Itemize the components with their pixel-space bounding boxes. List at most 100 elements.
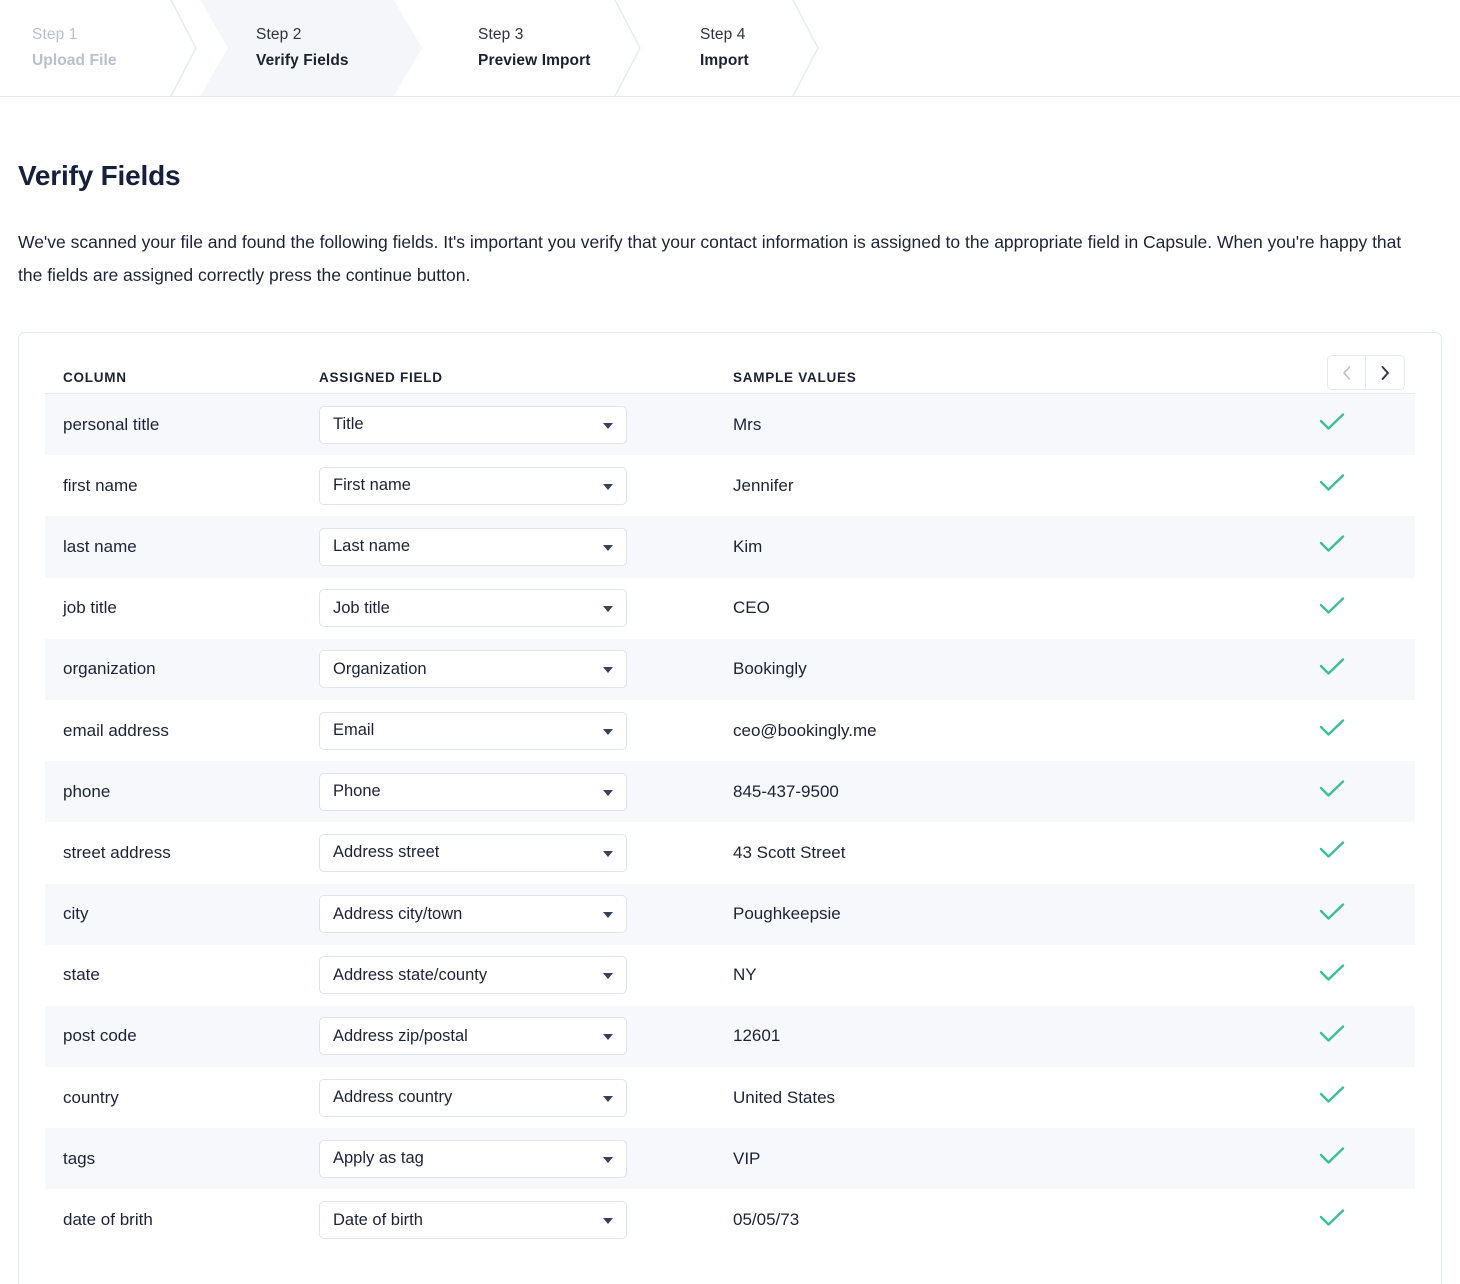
chevron-down-icon	[603, 1218, 613, 1225]
source-column-name: city	[63, 904, 89, 924]
assigned-field-select[interactable]: Address country	[319, 1078, 627, 1117]
chevron-left-icon	[1341, 365, 1352, 381]
check-icon	[1319, 963, 1345, 988]
assigned-field-value: Email	[333, 721, 375, 740]
assigned-field-cell: Address street	[319, 833, 729, 872]
assigned-field-cell: Address country	[319, 1078, 729, 1117]
row-status	[1307, 1085, 1415, 1110]
next-page-button[interactable]	[1366, 356, 1404, 389]
chevron-right-icon	[1380, 365, 1391, 381]
assigned-field-select[interactable]: Email	[319, 711, 627, 750]
step-item-3[interactable]: Step 3 Preview Import	[422, 0, 644, 96]
sample-value: Kim	[733, 536, 763, 556]
source-column-name: date of brith	[63, 1210, 153, 1230]
column-header-assigned-field: ASSIGNED FIELD	[319, 369, 443, 385]
assigned-field-cell: Apply as tag	[319, 1139, 729, 1178]
chevron-down-icon	[603, 483, 613, 490]
check-icon	[1319, 534, 1345, 559]
sample-value: ceo@bookingly.me	[733, 720, 877, 740]
check-icon	[1319, 596, 1345, 621]
sample-value: 845-437-9500	[733, 781, 839, 801]
step-number: Step 3	[478, 26, 524, 43]
assigned-field-value: Address city/town	[333, 904, 463, 923]
table-row: date of brith Date of birth 05/05/73	[45, 1189, 1415, 1251]
row-status	[1307, 534, 1415, 559]
row-status	[1307, 963, 1415, 988]
assigned-field-cell: Phone	[319, 772, 729, 811]
chevron-down-icon	[603, 606, 613, 613]
card-inner: COLUMN ASSIGNED FIELD SAMPLE VALUES pers…	[19, 333, 1441, 1251]
check-icon	[1319, 412, 1345, 437]
assigned-field-value: Last name	[333, 537, 411, 556]
chevron-down-icon	[603, 789, 613, 796]
assigned-field-value: Date of birth	[333, 1210, 423, 1229]
check-icon	[1319, 1146, 1345, 1171]
assigned-field-value: Title	[333, 415, 364, 434]
row-status	[1307, 412, 1415, 437]
assigned-field-cell: Date of birth	[319, 1201, 729, 1240]
import-wizard-stepbar: Step 1 Upload File Step 2 Verify Fields Step…	[0, 0, 1460, 97]
assigned-field-select[interactable]: Phone	[319, 772, 627, 811]
check-icon	[1319, 1085, 1345, 1110]
source-column-name: phone	[63, 781, 111, 801]
chevron-down-icon	[603, 912, 613, 919]
row-status	[1307, 1024, 1415, 1049]
field-mapping-rows: personal title Title Mrs first name First na…	[45, 394, 1415, 1251]
sample-value: 43 Scott Street	[733, 842, 846, 862]
assigned-field-select[interactable]: Title	[319, 405, 627, 444]
table-row: first name First name Jennifer	[45, 455, 1415, 517]
step-item-4[interactable]: Step 4 Import	[644, 0, 866, 96]
step-label: Preview Import	[478, 52, 591, 69]
assigned-field-select[interactable]: Last name	[319, 527, 627, 566]
assigned-field-select[interactable]: Address street	[319, 833, 627, 872]
page-intro-text: We've scanned your file and found the fo…	[18, 232, 1402, 285]
page-title: Verify Fields	[18, 160, 181, 191]
step-item-2[interactable]: Step 2 Verify Fields	[200, 0, 422, 96]
check-icon	[1319, 1024, 1345, 1049]
chevron-down-icon	[603, 422, 613, 429]
assigned-field-cell: Address zip/postal	[319, 1017, 729, 1056]
assigned-field-select[interactable]: Apply as tag	[319, 1139, 627, 1178]
chevron-down-icon	[603, 850, 613, 857]
sample-value: Bookingly	[733, 659, 807, 679]
row-status	[1307, 779, 1415, 804]
assigned-field-cell: Title	[319, 405, 729, 444]
assigned-field-select[interactable]: Organization	[319, 650, 627, 689]
previous-page-button[interactable]	[1328, 356, 1366, 389]
source-column-name: job title	[63, 598, 117, 618]
source-column-name: last name	[63, 536, 137, 556]
assigned-field-cell: Email	[319, 711, 729, 750]
chevron-down-icon	[603, 1156, 613, 1163]
assigned-field-select[interactable]: Address zip/postal	[319, 1017, 627, 1056]
assigned-field-select[interactable]: Job title	[319, 589, 627, 628]
column-header-column: COLUMN	[63, 369, 127, 385]
table-row: phone Phone 845-437-9500	[45, 761, 1415, 823]
assigned-field-cell: Organization	[319, 650, 729, 689]
step-number: Step 2	[256, 26, 302, 43]
page-content: Verify Fields We've scanned your file an…	[0, 160, 1460, 1284]
row-status	[1307, 473, 1415, 498]
table-row: post code Address zip/postal 12601	[45, 1005, 1415, 1068]
assigned-field-select[interactable]: Date of birth	[319, 1201, 627, 1240]
check-icon	[1319, 657, 1345, 682]
step-number: Step 4	[700, 26, 746, 43]
row-status	[1307, 902, 1415, 927]
check-icon	[1319, 718, 1345, 743]
sample-value: VIP	[733, 1148, 761, 1168]
source-column-name: organization	[63, 659, 156, 679]
source-column-name: country	[63, 1087, 119, 1107]
assigned-field-cell: Address state/county	[319, 956, 729, 995]
assigned-field-select[interactable]: Address state/county	[319, 956, 627, 995]
assigned-field-cell: Last name	[319, 527, 729, 566]
assigned-field-value: Apply as tag	[333, 1149, 424, 1168]
source-column-name: first name	[63, 475, 138, 495]
chevron-down-icon	[603, 973, 613, 980]
assigned-field-select[interactable]: Address city/town	[319, 895, 627, 934]
table-row: job title Job title CEO	[45, 577, 1415, 639]
step-list: Step 1 Upload File Step 2 Verify Fields Step…	[0, 0, 1460, 96]
assigned-field-select[interactable]: First name	[319, 466, 627, 505]
check-icon	[1319, 1208, 1345, 1233]
step-item-1[interactable]: Step 1 Upload File	[0, 0, 200, 96]
source-column-name: street address	[63, 842, 171, 862]
column-header-sample-values: SAMPLE VALUES	[733, 369, 857, 385]
